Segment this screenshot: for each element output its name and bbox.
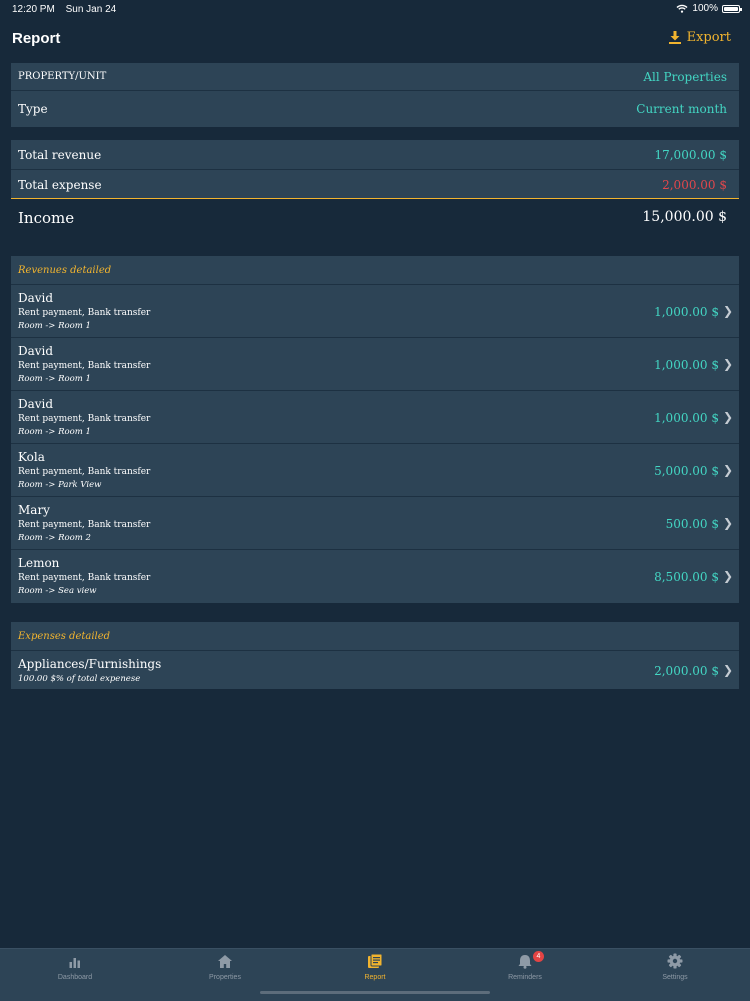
revenue-unit: Room -> Sea view bbox=[18, 586, 97, 596]
home-icon bbox=[218, 955, 232, 968]
expense-amount: 2,000.00 $ bbox=[654, 664, 719, 678]
revenue-tenant-name: David bbox=[18, 291, 54, 305]
reminders-badge: 4 bbox=[533, 951, 544, 962]
property-filter-row[interactable]: PROPERTY/UNIT All Properties bbox=[11, 63, 739, 91]
download-icon bbox=[668, 31, 681, 44]
revenue-payment-detail: Rent payment, Bank transfer bbox=[18, 361, 151, 371]
expenses-card: Expenses detailed Appliances/Furnishings… bbox=[11, 622, 739, 689]
page-title: Report bbox=[12, 30, 61, 47]
revenue-unit: Room -> Room 1 bbox=[18, 374, 91, 384]
revenue-tenant-name: Kola bbox=[18, 450, 45, 464]
revenue-amount: 8,500.00 $ bbox=[654, 570, 719, 584]
gear-icon bbox=[667, 953, 683, 969]
income-label: Income bbox=[18, 209, 75, 227]
total-revenue-label: Total revenue bbox=[18, 148, 102, 162]
expense-share-detail: 100.00 $% of total expenese bbox=[18, 674, 141, 684]
tab-label: Report bbox=[364, 974, 386, 981]
revenue-item[interactable]: David Rent payment, Bank transfer Room -… bbox=[11, 285, 739, 338]
nav-header: Report Export bbox=[0, 26, 750, 56]
property-label: PROPERTY/UNIT bbox=[18, 71, 107, 82]
total-expense-row: Total expense 2,000.00 $ bbox=[11, 170, 739, 199]
revenue-amount: 500.00 $ bbox=[665, 517, 719, 531]
total-expense-label: Total expense bbox=[18, 178, 102, 192]
total-expense-value: 2,000.00 $ bbox=[662, 178, 727, 192]
tab-label: Properties bbox=[209, 974, 241, 981]
chevron-right-icon: ❯ bbox=[722, 516, 733, 530]
status-time: 12:20 PM bbox=[12, 4, 55, 15]
revenues-card: Revenues detailed David Rent payment, Ba… bbox=[11, 256, 739, 603]
expenses-section-header: Expenses detailed bbox=[11, 622, 739, 651]
chevron-right-icon: ❯ bbox=[722, 304, 733, 318]
revenue-amount: 1,000.00 $ bbox=[654, 411, 719, 425]
type-value[interactable]: Current month bbox=[636, 102, 727, 116]
property-value[interactable]: All Properties bbox=[643, 70, 727, 84]
revenue-unit: Room -> Room 1 bbox=[18, 427, 91, 437]
income-row: Income 15,000.00 $ bbox=[11, 199, 739, 237]
revenue-item[interactable]: David Rent payment, Bank transfer Room -… bbox=[11, 338, 739, 391]
revenue-tenant-name: David bbox=[18, 397, 54, 411]
battery-percent: 100% bbox=[692, 3, 718, 14]
revenue-item[interactable]: David Rent payment, Bank transfer Room -… bbox=[11, 391, 739, 444]
wifi-icon bbox=[676, 4, 688, 13]
revenue-unit: Room -> Room 2 bbox=[18, 533, 91, 543]
revenue-unit: Room -> Park View bbox=[18, 480, 102, 490]
chevron-right-icon: ❯ bbox=[722, 410, 733, 424]
revenue-item[interactable]: Kola Rent payment, Bank transfer Room ->… bbox=[11, 444, 739, 497]
chevron-right-icon: ❯ bbox=[722, 357, 733, 371]
type-label: Type bbox=[18, 102, 48, 116]
filters-card: PROPERTY/UNIT All Properties Type Curren… bbox=[11, 63, 739, 127]
revenue-tenant-name: Mary bbox=[18, 503, 50, 517]
home-indicator bbox=[260, 991, 490, 994]
report-icon bbox=[368, 953, 383, 968]
revenue-payment-detail: Rent payment, Bank transfer bbox=[18, 520, 151, 530]
revenue-payment-detail: Rent payment, Bank transfer bbox=[18, 467, 151, 477]
summary-card: Total revenue 17,000.00 $ Total expense … bbox=[11, 140, 739, 237]
revenue-payment-detail: Rent payment, Bank transfer bbox=[18, 573, 151, 583]
chevron-right-icon: ❯ bbox=[722, 569, 733, 583]
tab-dashboard[interactable]: Dashboard bbox=[0, 949, 150, 1001]
revenue-amount: 1,000.00 $ bbox=[654, 305, 719, 319]
tab-label: Reminders bbox=[508, 974, 542, 981]
expense-item[interactable]: Appliances/Furnishings 100.00 $% of tota… bbox=[11, 651, 739, 689]
expenses-header-label: Expenses detailed bbox=[18, 631, 111, 642]
tab-label: Dashboard bbox=[57, 974, 93, 981]
status-bar: 12:20 PM Sun Jan 24 100% bbox=[0, 0, 750, 18]
export-label: Export bbox=[686, 30, 731, 45]
revenue-payment-detail: Rent payment, Bank transfer bbox=[18, 308, 151, 318]
battery-icon bbox=[722, 4, 742, 13]
tab-settings[interactable]: Settings bbox=[600, 949, 750, 1001]
revenue-item[interactable]: Mary Rent payment, Bank transfer Room ->… bbox=[11, 497, 739, 550]
expense-category-name: Appliances/Furnishings bbox=[18, 657, 162, 671]
export-button[interactable]: Export bbox=[668, 30, 731, 45]
revenues-header-label: Revenues detailed bbox=[18, 265, 112, 276]
revenue-amount: 1,000.00 $ bbox=[654, 358, 719, 372]
bell-icon bbox=[518, 955, 532, 969]
revenue-payment-detail: Rent payment, Bank transfer bbox=[18, 414, 151, 424]
bar-chart-icon bbox=[69, 958, 80, 968]
revenue-unit: Room -> Room 1 bbox=[18, 321, 91, 331]
revenue-amount: 5,000.00 $ bbox=[654, 464, 719, 478]
total-revenue-row: Total revenue 17,000.00 $ bbox=[11, 140, 739, 170]
chevron-right-icon: ❯ bbox=[722, 463, 733, 477]
status-date: Sun Jan 24 bbox=[65, 4, 117, 15]
type-filter-row[interactable]: Type Current month bbox=[11, 91, 739, 127]
revenue-tenant-name: Lemon bbox=[18, 556, 60, 570]
income-value: 15,000.00 $ bbox=[642, 209, 727, 225]
revenue-item[interactable]: Lemon Rent payment, Bank transfer Room -… bbox=[11, 550, 739, 603]
total-revenue-value: 17,000.00 $ bbox=[654, 148, 727, 162]
chevron-right-icon: ❯ bbox=[722, 663, 733, 677]
revenues-section-header: Revenues detailed bbox=[11, 256, 739, 285]
revenue-tenant-name: David bbox=[18, 344, 54, 358]
tab-label: Settings bbox=[662, 974, 688, 981]
